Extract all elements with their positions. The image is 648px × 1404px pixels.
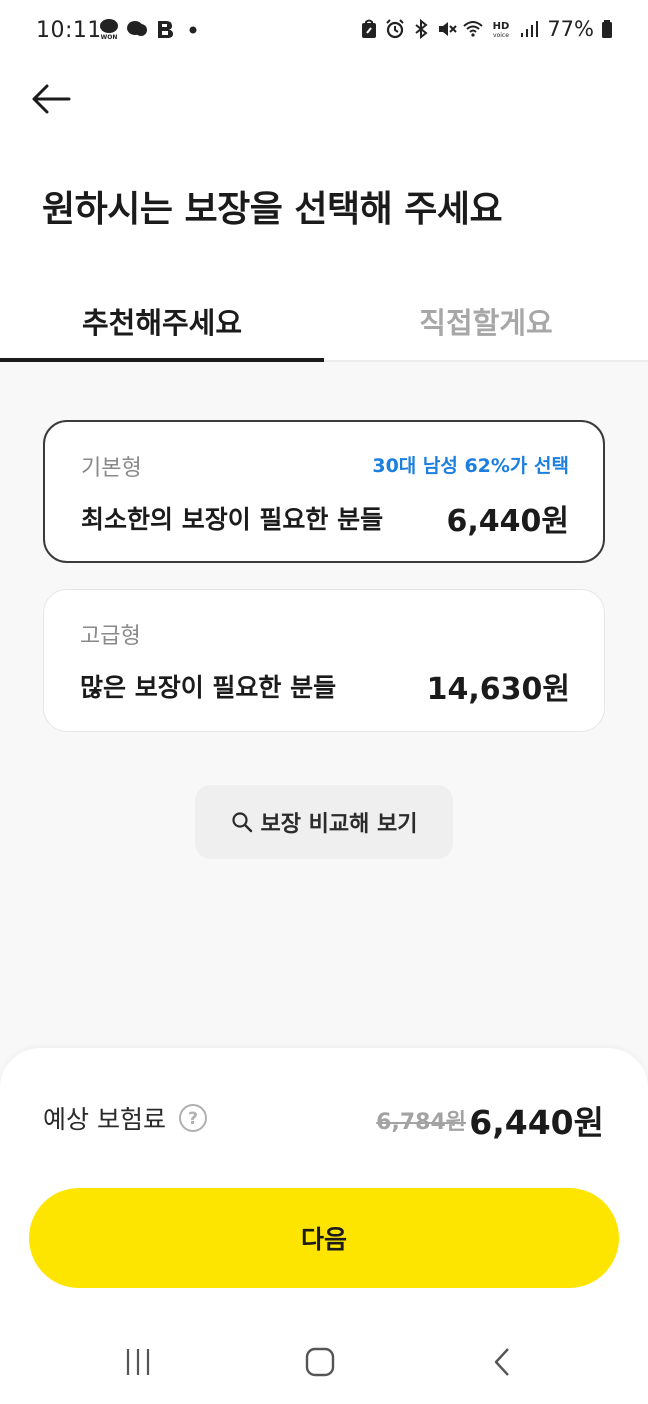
question-circle-icon[interactable]: ?	[178, 1103, 208, 1133]
back-icon	[494, 1348, 509, 1376]
hd-voice-icon: HD voice	[493, 21, 510, 39]
bluetooth-icon	[415, 18, 428, 40]
recents-icon	[126, 1349, 150, 1375]
compare-coverage-button[interactable]: 보장 비교해 보기	[195, 785, 453, 859]
mute-icon	[439, 22, 458, 36]
talk-icon	[127, 21, 147, 36]
dot-icon	[189, 26, 197, 34]
plan-price: 6,440원	[446, 504, 570, 539]
plan-card-premium[interactable]: 고급형 많은 보장이 필요한 분들 14,630원	[43, 589, 605, 732]
next-button-label: 다음	[300, 1225, 347, 1254]
plan-price: 14,630원	[426, 672, 570, 707]
final-price: 6,440원	[469, 1103, 604, 1142]
plan-type: 고급형	[80, 624, 141, 649]
system-status-icons: HD voice 77%	[359, 17, 614, 41]
svg-text:?: ?	[188, 1109, 198, 1129]
b-icon	[158, 21, 173, 38]
alarm-icon	[386, 19, 405, 39]
tab-bar: 추천해주세요 직접할게요	[0, 280, 648, 362]
signal-icon	[521, 21, 539, 37]
plan-description: 최소한의 보장이 필요한 분들	[81, 505, 384, 534]
plan-type: 기본형	[81, 456, 142, 481]
home-icon	[305, 1347, 335, 1377]
nav-back-button[interactable]	[472, 1334, 532, 1390]
tab-recommend[interactable]: 추천해주세요	[0, 280, 324, 362]
status-time: 10:11	[36, 18, 102, 43]
plan-list-area: 기본형 30대 남성 62%가 선택 최소한의 보장이 필요한 분들 6,440…	[0, 362, 648, 1122]
original-price: 6,784원	[376, 1110, 466, 1135]
recents-button[interactable]	[108, 1334, 168, 1390]
bag-icon	[362, 19, 377, 38]
plan-card-basic[interactable]: 기본형 30대 남성 62%가 선택 최소한의 보장이 필요한 분들 6,440…	[43, 420, 605, 563]
arrow-left-icon	[32, 84, 71, 114]
wifi-icon	[463, 21, 483, 37]
back-button[interactable]	[26, 76, 76, 122]
notification-icons: WON	[98, 18, 204, 40]
svg-text:WON: WON	[101, 34, 118, 40]
svg-text:voice: voice	[493, 32, 509, 39]
plan-description: 많은 보장이 필요한 분들	[80, 673, 337, 702]
plan-popularity-badge: 30대 남성 62%가 선택	[372, 455, 569, 477]
page-title: 원하시는 보장을 선택해 주세요	[42, 189, 503, 230]
svg-text:HD: HD	[493, 21, 510, 32]
search-icon	[231, 812, 252, 833]
tab-direct[interactable]: 직접할게요	[324, 280, 648, 362]
talk-won-icon: WON	[99, 19, 119, 40]
home-button[interactable]	[290, 1334, 350, 1390]
battery-percent: 77%	[547, 17, 594, 41]
next-button[interactable]: 다음	[29, 1188, 619, 1288]
compare-label: 보장 비교해 보기	[260, 812, 418, 837]
status-bar: 10:11 WON HD voice 77%	[0, 0, 648, 64]
battery-icon	[602, 20, 612, 38]
app-screen: 10:11 WON HD voice 77% 원하시는 보장을 선택해 주세요 …	[0, 0, 648, 1404]
system-nav-bar	[0, 1320, 648, 1404]
estimated-premium-label: 예상 보험료	[43, 1105, 166, 1134]
